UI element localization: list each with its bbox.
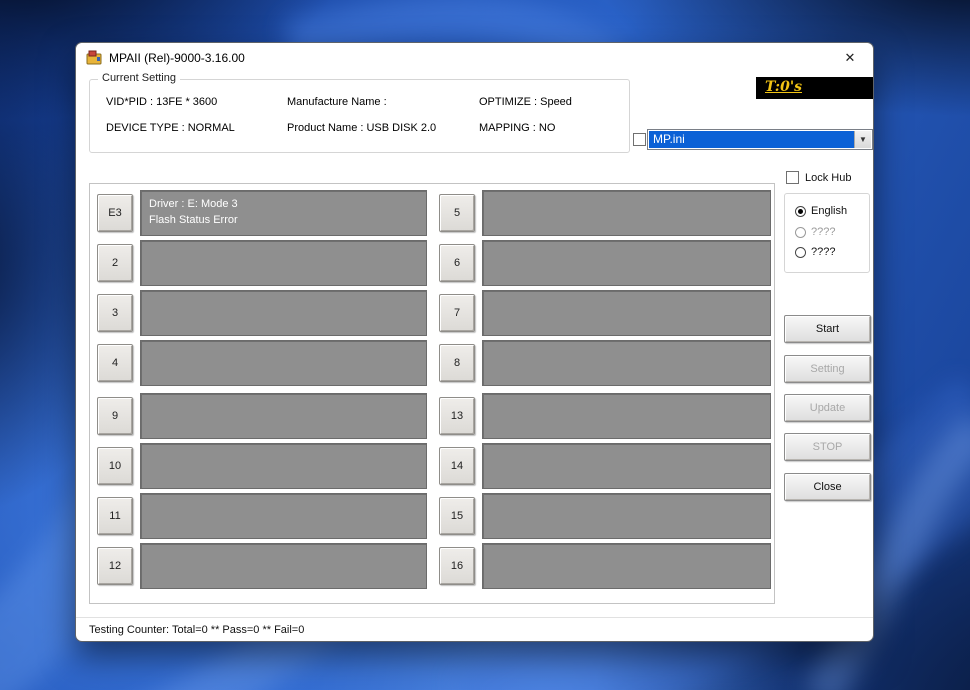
slot-panel-9 (140, 393, 427, 439)
update-button[interactable]: Update (784, 394, 871, 422)
app-icon (86, 50, 102, 66)
language-group: English ???? ???? (784, 193, 870, 273)
slot-panel-2 (140, 240, 427, 286)
slot-row-7: 11 15 (97, 493, 774, 539)
close-button[interactable]: Close (784, 473, 871, 501)
current-setting-group: Current Setting VID*PID : 13FE * 3600 DE… (89, 79, 630, 153)
slot-button-14[interactable]: 14 (439, 447, 475, 485)
window-title: MPAII (Rel)-9000-3.16.00 (109, 43, 245, 73)
slot-panel-13 (482, 393, 771, 439)
title-bar[interactable]: MPAII (Rel)-9000-3.16.00 ✕ (76, 43, 873, 73)
radio-label: ???? (811, 246, 835, 258)
ini-combo[interactable]: MP.ini ▼ (647, 129, 873, 150)
slot-panel-8 (482, 340, 771, 386)
slot-row-3: 3 7 (97, 290, 774, 336)
slot-row-5: 9 13 (97, 393, 774, 439)
lock-hub-checkbox[interactable] (786, 171, 799, 184)
optimize-field: OPTIMIZE : Speed (479, 96, 572, 108)
slot-button-12[interactable]: 12 (97, 547, 133, 585)
slot-status-line: Flash Status Error (149, 212, 418, 228)
mapping-field: MAPPING : NO (479, 122, 555, 134)
slot-panel-5 (482, 190, 771, 236)
slot-button-6[interactable]: 6 (439, 244, 475, 282)
slot-row-6: 10 14 (97, 443, 774, 489)
slot-button-e3[interactable]: E3 (97, 194, 133, 232)
slot-panel-7 (482, 290, 771, 336)
slot-button-5[interactable]: 5 (439, 194, 475, 232)
status-separator (76, 617, 873, 618)
slot-panel-10 (140, 443, 427, 489)
port-grid: E3 Driver : E: Mode 3 Flash Status Error… (89, 183, 775, 604)
slot-panel-15 (482, 493, 771, 539)
ini-checkbox[interactable] (633, 133, 646, 146)
app-window: MPAII (Rel)-9000-3.16.00 ✕ Current Setti… (75, 42, 874, 642)
slot-row-1: E3 Driver : E: Mode 3 Flash Status Error… (97, 190, 774, 236)
testing-counter-status: Testing Counter: Total=0 ** Pass=0 ** Fa… (89, 624, 304, 636)
radio-english[interactable]: English (795, 205, 847, 217)
lock-hub-control[interactable]: Lock Hub (786, 171, 851, 184)
product-name-field: Product Name : USB DISK 2.0 (287, 122, 436, 134)
current-setting-legend: Current Setting (98, 72, 180, 84)
radio-label: ???? (811, 226, 835, 238)
slot-panel-6 (482, 240, 771, 286)
slot-panel-e3: Driver : E: Mode 3 Flash Status Error (140, 190, 427, 236)
slot-panel-4 (140, 340, 427, 386)
slot-button-10[interactable]: 10 (97, 447, 133, 485)
radio-lang-3[interactable]: ???? (795, 246, 835, 258)
slot-button-13[interactable]: 13 (439, 397, 475, 435)
slot-button-11[interactable]: 11 (97, 497, 133, 535)
radio-icon[interactable] (795, 206, 806, 217)
radio-lang-2[interactable]: ???? (795, 226, 835, 238)
slot-status-line: Driver : E: Mode 3 (149, 196, 418, 212)
slot-button-4[interactable]: 4 (97, 344, 133, 382)
slot-panel-16 (482, 543, 771, 589)
slot-row-8: 12 16 (97, 543, 774, 589)
slot-button-7[interactable]: 7 (439, 294, 475, 332)
ini-combo-value[interactable]: MP.ini (649, 131, 854, 148)
slot-button-2[interactable]: 2 (97, 244, 133, 282)
slot-row-2: 2 6 (97, 240, 774, 286)
slot-button-8[interactable]: 8 (439, 344, 475, 382)
timer-display: T:0's (756, 77, 873, 99)
slot-panel-3 (140, 290, 427, 336)
slot-button-16[interactable]: 16 (439, 547, 475, 585)
slot-row-4: 4 8 (97, 340, 774, 386)
device-type-field: DEVICE TYPE : NORMAL (106, 122, 235, 134)
slot-button-9[interactable]: 9 (97, 397, 133, 435)
slot-button-15[interactable]: 15 (439, 497, 475, 535)
lock-hub-label: Lock Hub (805, 172, 851, 184)
stop-button[interactable]: STOP (784, 433, 871, 461)
slot-panel-11 (140, 493, 427, 539)
manufacture-name-field: Manufacture Name : (287, 96, 387, 108)
close-icon[interactable]: ✕ (827, 43, 873, 73)
radio-label: English (811, 205, 847, 217)
chevron-down-icon[interactable]: ▼ (854, 131, 871, 148)
slot-panel-14 (482, 443, 771, 489)
slot-button-3[interactable]: 3 (97, 294, 133, 332)
vid-pid-field: VID*PID : 13FE * 3600 (106, 96, 217, 108)
radio-icon[interactable] (795, 247, 806, 258)
radio-icon[interactable] (795, 227, 806, 238)
start-button[interactable]: Start (784, 315, 871, 343)
setting-button[interactable]: Setting (784, 355, 871, 383)
slot-panel-12 (140, 543, 427, 589)
